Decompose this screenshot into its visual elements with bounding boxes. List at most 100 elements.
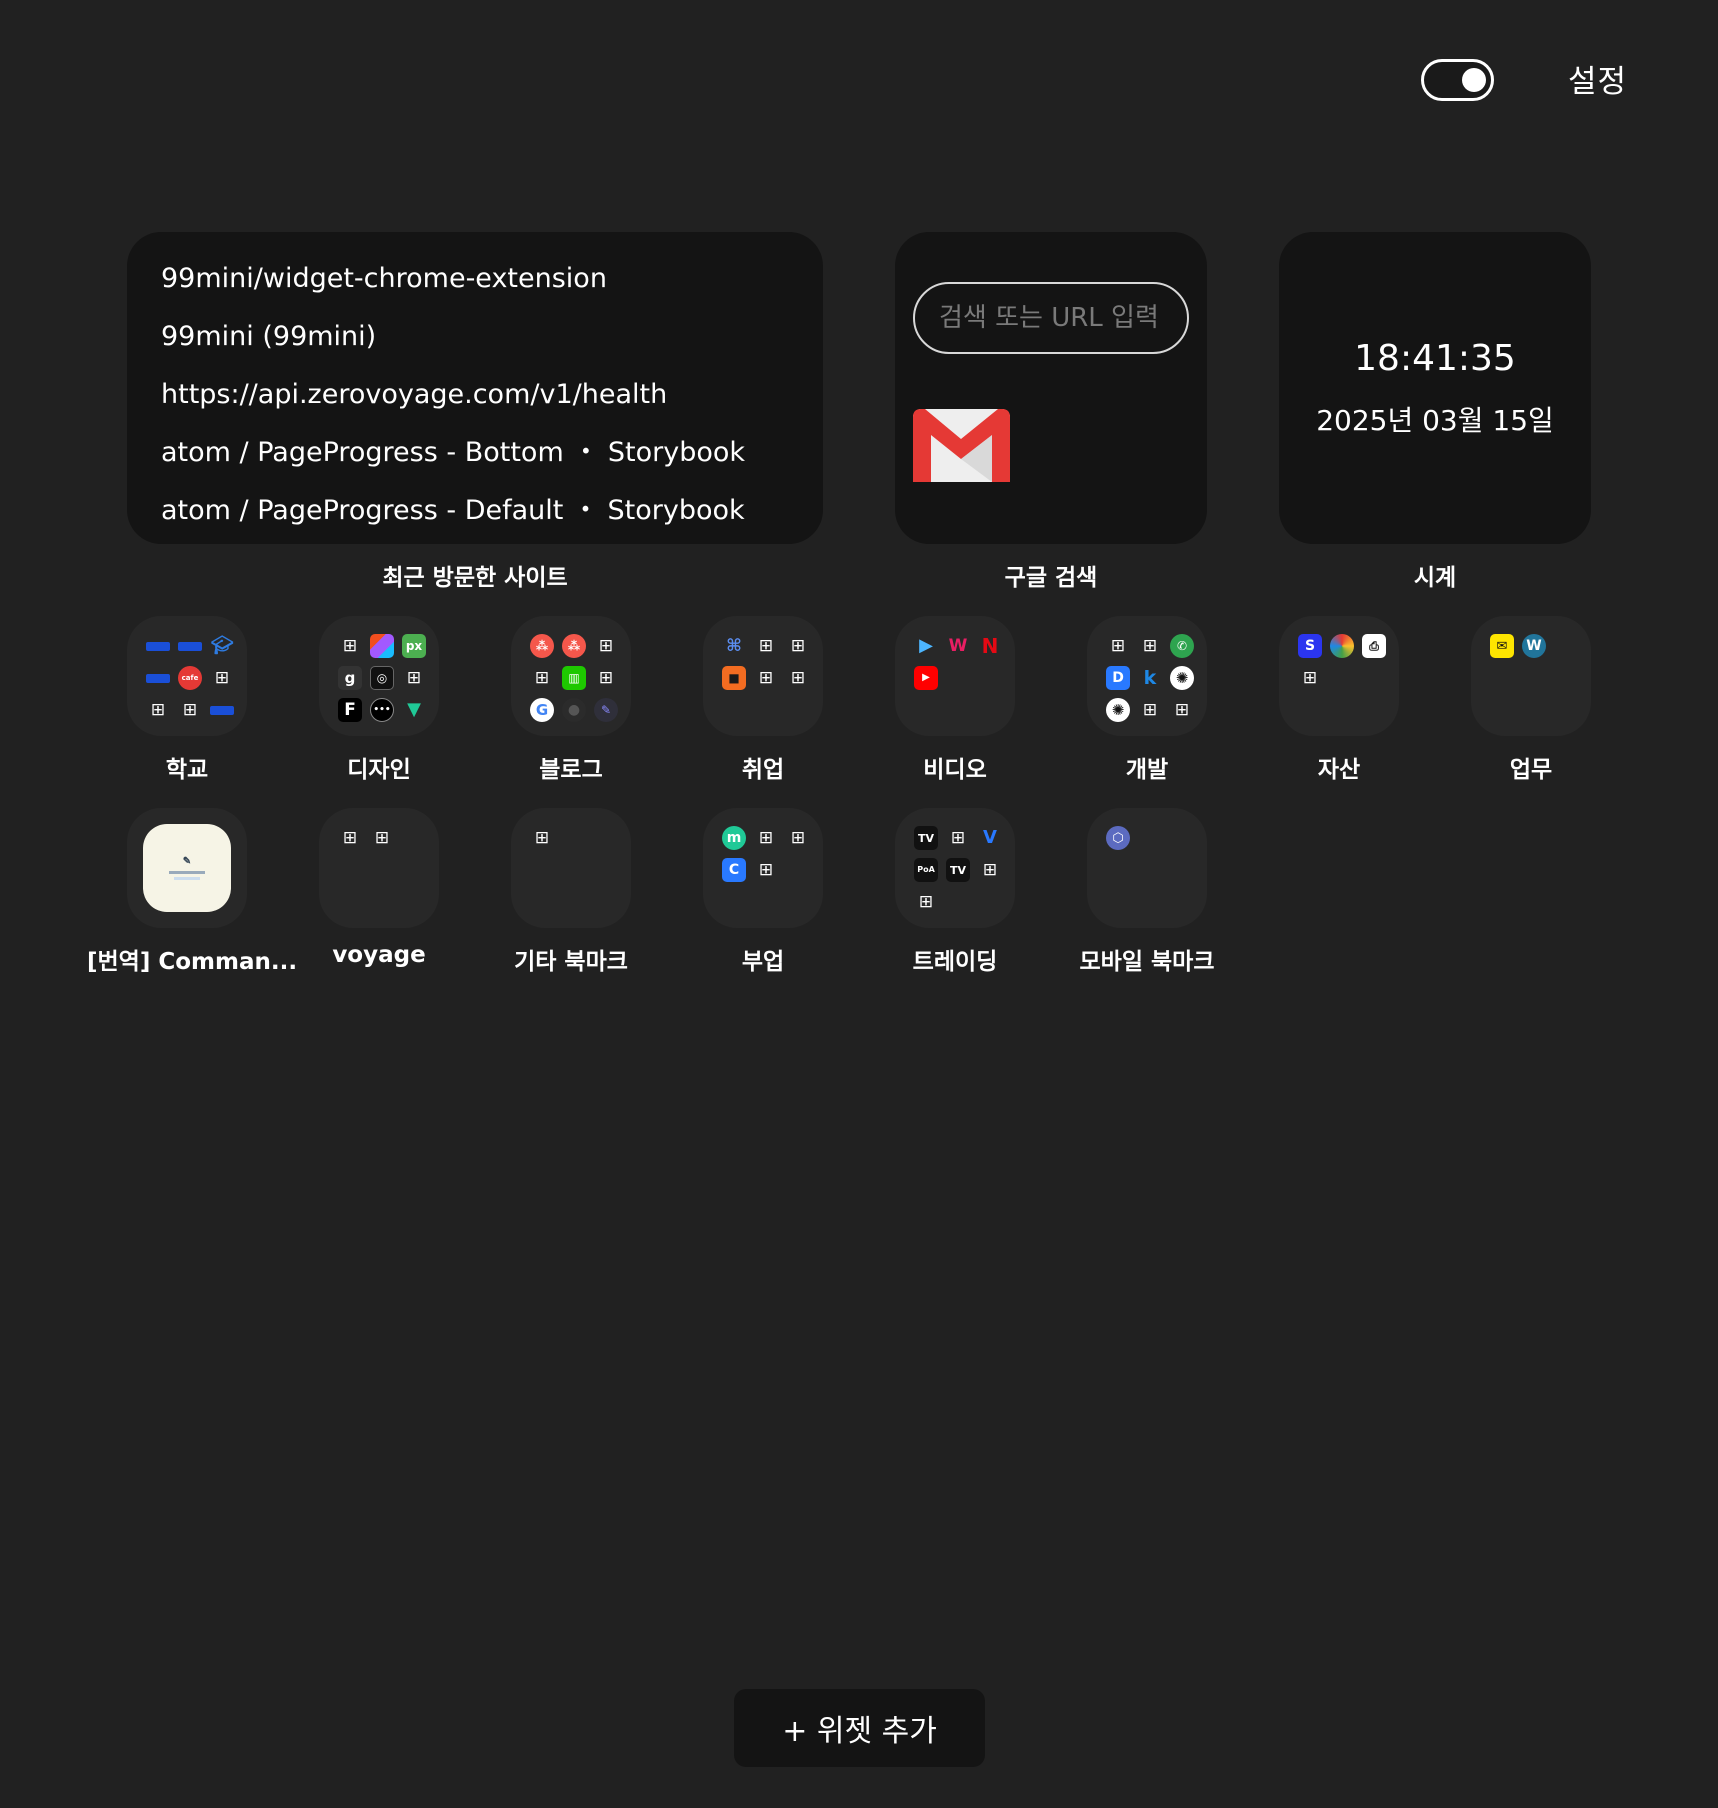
folder-work[interactable]: ✉ W	[1471, 616, 1591, 736]
apps-grid-icon: ⊞	[918, 891, 934, 912]
gmail-icon[interactable]	[913, 409, 1010, 482]
google-icon: G	[530, 698, 554, 722]
play-store-icon: ▶	[919, 635, 933, 656]
stats-chart-icon: ▥	[562, 666, 586, 690]
link-icon: ⌘	[726, 635, 742, 656]
google-search-label: 구글 검색	[1004, 565, 1098, 591]
apps-grid-icon: ⊞	[374, 827, 390, 848]
pixabay-icon: px	[402, 634, 426, 658]
clock-date: 2025년 03월 15일	[1316, 404, 1554, 437]
more-dots-icon: •••	[370, 698, 394, 722]
github-icon: ●	[562, 698, 586, 722]
apps-grid-icon: ⊞	[1174, 699, 1190, 720]
apps-grid-icon: ⊞	[534, 827, 550, 848]
apps-grid-icon: ⊞	[1110, 635, 1126, 656]
whatsapp-icon: ✆	[1170, 634, 1194, 658]
apps-grid-icon: ⊞	[214, 667, 230, 688]
youtube-icon: ▶	[914, 666, 938, 690]
folder-label: [번역] Comman...	[87, 949, 298, 975]
recent-site-link[interactable]: https://api.zerovoyage.com/v1/health	[161, 366, 823, 424]
folder-assets[interactable]: S ⎙ ⊞	[1279, 616, 1399, 736]
folder-label: 업무	[1509, 757, 1553, 783]
chatgpt-icon: ✺	[1106, 698, 1130, 722]
graduation-cap-icon: 🎓︎	[210, 635, 234, 656]
apps-grid-icon: ⊞	[1302, 667, 1318, 688]
apps-grid-icon: ⊞	[598, 667, 614, 688]
pen-icon: ✎	[594, 698, 618, 722]
folder-mobile-bookmarks[interactable]: ⬡	[1087, 808, 1207, 928]
recent-site-link[interactable]: atom / PageProgress - Bottom ・ Storybook	[161, 424, 823, 482]
apps-grid-icon: ⊞	[758, 859, 774, 880]
apps-grid-icon: ⊞	[790, 635, 806, 656]
apps-grid-icon: ⊞	[598, 635, 614, 656]
letter-v-icon: V	[983, 827, 997, 848]
folder-label: 블로그	[539, 757, 603, 783]
chatgpt-icon: ✺	[1170, 666, 1194, 690]
letter-m-icon: m	[722, 826, 746, 850]
folder-school[interactable]: 🎓︎ cafe ⊞ ⊞ ⊞	[127, 616, 247, 736]
apps-grid-icon: ⊞	[342, 827, 358, 848]
tradingview-icon: TV	[946, 858, 970, 882]
folder-voyage[interactable]: ⊞ ⊞	[319, 808, 439, 928]
tistory-icon: ⁂	[562, 634, 586, 658]
toss-icon: S	[1298, 634, 1322, 658]
thumbnail-line	[174, 877, 200, 880]
folder-side-job[interactable]: m ⊞ ⊞ C ⊞	[703, 808, 823, 928]
letter-d-icon: D	[1106, 666, 1130, 690]
apps-grid-icon: ⊞	[758, 667, 774, 688]
vectorizer-icon: ▼	[407, 699, 421, 720]
recent-sites-widget: 99mini/widget-chrome-extension 99mini (9…	[127, 232, 823, 544]
settings-button[interactable]: 설정	[1568, 56, 1627, 101]
folder-label: 기타 북마크	[514, 949, 628, 975]
apps-grid-icon: ⊞	[1142, 699, 1158, 720]
watcha-icon: W	[948, 635, 968, 656]
square-orange-icon: ■	[722, 666, 746, 690]
letter-c-icon: C	[722, 858, 746, 882]
folder-trading[interactable]: TV ⊞ V PoA TV ⊞ ⊞	[895, 808, 1015, 928]
color-wheel-icon	[1330, 634, 1354, 658]
thumbnail-line	[169, 871, 205, 874]
folder-job[interactable]: ⌘ ⊞ ⊞ ■ ⊞ ⊞	[703, 616, 823, 736]
mail-icon: ✉	[1490, 634, 1514, 658]
apps-grid-icon: ⊞	[1142, 635, 1158, 656]
recent-site-link[interactable]: 99mini/widget-chrome-extension	[161, 250, 823, 308]
cafe-icon: cafe	[178, 666, 202, 690]
folder-label: 학교	[165, 757, 209, 783]
apps-grid-icon: ⊞	[182, 699, 198, 720]
toggle-knob	[1462, 68, 1486, 92]
folder-other-bookmarks[interactable]: ⊞	[511, 808, 631, 928]
apps-grid-icon: ⊞	[534, 667, 550, 688]
bookmark-bar-icon	[146, 641, 170, 651]
poa-icon: PoA	[914, 858, 938, 882]
recent-site-link[interactable]: atom / PageProgress - Default ・ Storyboo…	[161, 482, 823, 540]
folder-blog[interactable]: ⁂ ⁂ ⊞ ⊞ ▥ ⊞ G ● ✎	[511, 616, 631, 736]
recent-site-link[interactable]: 99mini (99mini)	[161, 308, 823, 366]
clock-widget: 18:41:35 2025년 03월 15일	[1279, 232, 1591, 544]
folder-dev[interactable]: ⊞ ⊞ ✆ D k ✺ ✺ ⊞ ⊞	[1087, 616, 1207, 736]
printer-icon: ⎙	[1362, 634, 1386, 658]
recent-sites-label: 최근 방문한 사이트	[382, 565, 568, 591]
folder-design[interactable]: ⊞ px g ◎ ⊞ F ••• ▼	[319, 616, 439, 736]
apps-grid-icon: ⊞	[342, 635, 358, 656]
theme-toggle[interactable]	[1421, 59, 1494, 101]
folder-label: voyage	[332, 942, 426, 968]
add-widget-button[interactable]: + 위젯 추가	[734, 1689, 985, 1767]
folder-video[interactable]: ▶ W N ▶	[895, 616, 1015, 736]
apps-grid-icon: ⊞	[758, 635, 774, 656]
bookmark-translation[interactable]: ✎︎	[127, 808, 247, 928]
tistory-icon: ⁂	[530, 634, 554, 658]
netflix-icon: N	[981, 634, 999, 658]
apps-grid-icon: ⊞	[150, 699, 166, 720]
folder-label: 트레이딩	[912, 949, 998, 975]
glyph-g-icon: g	[338, 666, 362, 690]
apps-grid-icon: ⊞	[950, 827, 966, 848]
folder-label: 모바일 북마크	[1079, 949, 1215, 975]
clock-time: 18:41:35	[1354, 338, 1516, 379]
search-input[interactable]	[913, 282, 1189, 354]
apps-grid-icon: ⊞	[406, 667, 422, 688]
clock-label: 시계	[1413, 565, 1457, 591]
apps-grid-icon: ⊞	[790, 827, 806, 848]
wordpress-icon: W	[1522, 634, 1546, 658]
folder-label: 부업	[741, 949, 785, 975]
bookmark-bar-icon	[146, 673, 170, 683]
